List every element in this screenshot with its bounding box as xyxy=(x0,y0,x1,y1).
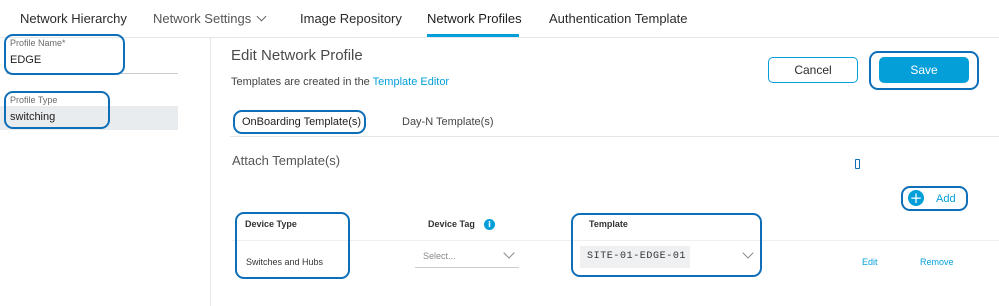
edit-link[interactable]: Edit xyxy=(862,257,878,267)
chevron-down-icon xyxy=(256,11,267,22)
top-navigation: Network Hierarchy Network Settings Image… xyxy=(0,0,999,38)
tab-network-hierarchy[interactable]: Network Hierarchy xyxy=(20,11,127,26)
marker-icon xyxy=(855,159,860,169)
device-type-callout xyxy=(235,212,350,279)
chevron-down-icon xyxy=(503,247,515,259)
profile-type-callout xyxy=(4,91,110,129)
column-header-device-tag: Device Tag xyxy=(428,219,475,229)
device-tag-placeholder: Select... xyxy=(423,251,456,261)
profile-details-panel xyxy=(0,38,211,306)
tab-network-settings-label: Network Settings xyxy=(153,11,252,26)
tab-network-profiles[interactable]: Network Profiles xyxy=(427,11,522,26)
profile-name-callout xyxy=(4,34,125,75)
save-button-callout xyxy=(869,51,979,90)
remove-link[interactable]: Remove xyxy=(920,257,954,267)
cancel-button[interactable]: Cancel xyxy=(768,57,858,83)
attach-templates-heading: Attach Template(s) xyxy=(232,153,341,168)
tab-authentication-template[interactable]: Authentication Template xyxy=(549,11,688,26)
device-tag-select[interactable]: Select... xyxy=(415,246,519,268)
info-icon[interactable]: i xyxy=(484,219,495,230)
active-tab-indicator xyxy=(427,34,519,37)
tab-day-n-templates[interactable]: Day-N Template(s) xyxy=(402,116,494,128)
templates-subtext: Templates are created in the Template Ed… xyxy=(231,76,449,88)
tab-image-repository[interactable]: Image Repository xyxy=(300,11,402,26)
page-title: Edit Network Profile xyxy=(231,47,363,64)
onboarding-tab-callout xyxy=(233,110,366,134)
tab-network-settings[interactable]: Network Settings xyxy=(153,11,267,26)
subtabs-divider xyxy=(230,136,999,137)
add-button-callout xyxy=(901,186,968,211)
template-editor-link[interactable]: Template Editor xyxy=(373,76,449,88)
subtext-prefix: Templates are created in the xyxy=(231,76,370,88)
template-callout xyxy=(571,213,762,277)
